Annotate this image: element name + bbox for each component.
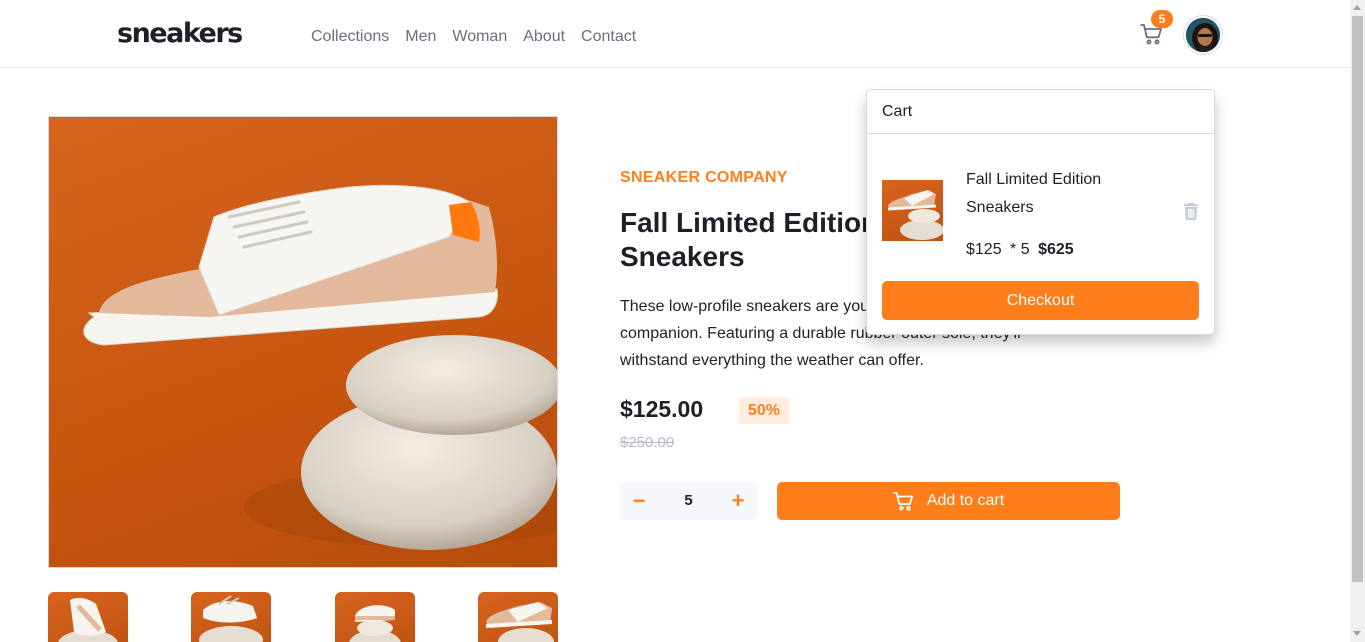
add-to-cart-button[interactable]: Add to cart — [777, 482, 1120, 520]
thumbnail-4-image — [485, 602, 554, 642]
cart-item-thumbnail — [882, 180, 943, 241]
quantity-input[interactable] — [658, 482, 719, 520]
cart-item-name: Fall Limited Edition Sneakers — [966, 171, 1102, 216]
cart-divider — [867, 133, 1214, 134]
nav-men[interactable]: Men — [405, 28, 436, 46]
scroll-down-arrow-icon[interactable] — [1353, 631, 1361, 636]
product-title: Fall Limited Edition Sneakers — [620, 207, 879, 272]
cart-item-quantity: * 5 — [1010, 241, 1030, 258]
thumbnail-2[interactable] — [191, 592, 271, 642]
page-scrollbar[interactable] — [1350, 0, 1365, 642]
nav-about[interactable]: About — [523, 28, 565, 46]
cart-item-price: $125 * 5 $625 — [966, 241, 1074, 259]
cart-count-badge: 5 — [1151, 10, 1173, 28]
site-header: sneakers Collections Men Woman About Con… — [0, 0, 1350, 68]
quantity-stepper: − + — [620, 482, 757, 520]
cart-item-total: $625 — [1038, 241, 1074, 258]
company-name: SNEAKER COMPANY — [620, 169, 788, 186]
thumbnail-3[interactable] — [335, 592, 415, 642]
logo[interactable]: sneakers — [117, 18, 243, 49]
increase-quantity-button[interactable]: + — [719, 482, 757, 520]
trash-icon[interactable] — [1184, 203, 1198, 220]
sneaker-image — [83, 184, 557, 550]
main-nav: Collections Men Woman About Contact — [311, 28, 652, 46]
thumbnail-3-image — [349, 605, 401, 642]
scroll-up-arrow-icon[interactable] — [1353, 5, 1361, 10]
product-price: $125.00 — [620, 396, 704, 422]
thumbnail-4[interactable] — [478, 592, 558, 642]
scroll-thumb[interactable] — [1352, 16, 1363, 582]
cart-icon — [892, 491, 913, 511]
cart-dropdown: Cart Fall Limited Edition Sneakers $125 … — [866, 89, 1215, 335]
nav-contact[interactable]: Contact — [581, 28, 636, 46]
thumbnail-1[interactable] — [48, 592, 128, 642]
add-to-cart-label: Add to cart — [926, 492, 1005, 509]
thumbnail-1-image — [58, 597, 118, 642]
original-price: $250.00 — [620, 434, 675, 451]
decrease-quantity-button[interactable]: − — [620, 482, 658, 520]
avatar-image — [1186, 18, 1220, 52]
cart-item-unit-price: $125 — [966, 241, 1002, 258]
product-main-image[interactable] — [48, 116, 558, 568]
discount-badge: 50% — [739, 397, 789, 424]
cart-item-image — [887, 190, 943, 240]
avatar[interactable] — [1184, 16, 1222, 54]
checkout-button[interactable]: Checkout — [882, 281, 1199, 320]
nav-collections[interactable]: Collections — [311, 28, 389, 46]
nav-woman[interactable]: Woman — [452, 28, 507, 46]
cart-title: Cart — [882, 103, 913, 120]
thumbnail-2-image — [199, 595, 263, 642]
